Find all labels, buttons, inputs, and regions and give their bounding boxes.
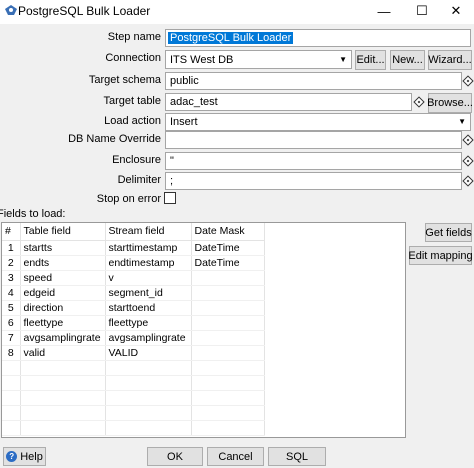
app-icon <box>4 3 19 18</box>
window-title: PostgreSQL Bulk Loader <box>18 4 151 18</box>
table-field-cell[interactable]: fleettype <box>20 315 106 331</box>
db-name-override-input[interactable] <box>165 131 462 149</box>
wizard-button[interactable]: Wizard... <box>428 50 472 70</box>
table-row[interactable]: 7 avgsamplingrate avgsamplingrate <box>2 330 265 346</box>
connection-value: ITS West DB <box>170 53 234 66</box>
browse-button[interactable]: Browse... <box>427 93 473 113</box>
date-mask-cell[interactable] <box>191 315 265 331</box>
stream-field-cell[interactable]: endtimestamp <box>105 255 192 271</box>
row-number: 5 <box>2 300 21 316</box>
table-row[interactable]: 8 valid VALID <box>2 345 265 361</box>
stop-on-error-label: Stop on error <box>96 193 161 205</box>
target-schema-input[interactable]: public <box>165 72 462 90</box>
row-number: 7 <box>2 330 21 346</box>
stream-field-cell[interactable]: VALID <box>105 345 192 361</box>
maximize-button[interactable]: ☐ <box>404 0 440 22</box>
row-number: 3 <box>2 270 21 286</box>
table-row[interactable]: 5 direction starttoend <box>2 300 265 316</box>
table-row[interactable]: 6 fleettype fleettype <box>2 315 265 331</box>
variable-icon[interactable] <box>462 175 474 187</box>
delimiter-label: Delimiter <box>117 174 161 186</box>
table-row[interactable]: 3 speed v <box>2 270 265 286</box>
chevron-down-icon: ▼ <box>339 54 347 64</box>
table-field-cell[interactable]: direction <box>20 300 106 316</box>
column-header[interactable]: Table field <box>20 223 106 241</box>
table-row[interactable]: 2 endts endtimestamp DateTime <box>2 255 265 271</box>
target-table-input[interactable]: adac_test <box>165 93 412 111</box>
delimiter-input[interactable]: ; <box>165 172 462 190</box>
table-header-row: # Table field Stream field Date Mask <box>2 223 265 241</box>
column-header[interactable]: Stream field <box>105 223 192 241</box>
table-row[interactable] <box>2 420 265 436</box>
date-mask-cell[interactable] <box>191 285 265 301</box>
row-number: 1 <box>2 240 21 256</box>
enclosure-input[interactable]: " <box>165 152 462 170</box>
stream-field-cell[interactable]: starttimestamp <box>105 240 192 256</box>
sql-button[interactable]: SQL <box>268 447 326 466</box>
edit-mapping-button[interactable]: Edit mapping <box>408 246 473 265</box>
table-row[interactable]: 4 edgeid segment_id <box>2 285 265 301</box>
minimize-button[interactable]: — <box>366 0 402 22</box>
connection-select[interactable]: ITS West DB ▼ <box>165 50 352 69</box>
step-name-label: Step name <box>107 31 161 43</box>
variable-icon[interactable] <box>462 75 474 87</box>
table-field-cell[interactable]: startts <box>20 240 106 256</box>
help-icon: ? <box>6 451 18 462</box>
help-button[interactable]: ? Help <box>3 447 46 466</box>
table-row[interactable]: 1 startts starttimestamp DateTime <box>2 240 265 256</box>
date-mask-cell[interactable]: DateTime <box>191 255 265 271</box>
table-field-cell[interactable]: endts <box>20 255 106 271</box>
variable-icon[interactable] <box>462 134 474 146</box>
db-name-override-label: DB Name Override <box>68 133 161 145</box>
target-table-label: Target table <box>103 95 161 107</box>
chevron-down-icon: ▼ <box>458 117 466 126</box>
stream-field-cell[interactable]: avgsamplingrate <box>105 330 192 346</box>
date-mask-cell[interactable] <box>191 300 265 316</box>
cancel-button[interactable]: Cancel <box>207 447 264 466</box>
table-row[interactable] <box>2 390 265 406</box>
column-header[interactable]: # <box>2 223 21 241</box>
table-row[interactable] <box>2 405 265 421</box>
step-name-input[interactable]: PostgreSQL Bulk Loader <box>165 29 471 47</box>
variable-icon[interactable] <box>413 96 425 108</box>
close-button[interactable]: ✕ <box>438 0 474 22</box>
connection-label: Connection <box>105 52 161 64</box>
row-number: 2 <box>2 255 21 271</box>
table-field-cell[interactable]: valid <box>20 345 106 361</box>
stream-field-cell[interactable]: starttoend <box>105 300 192 316</box>
table-row[interactable] <box>2 375 265 391</box>
date-mask-cell[interactable] <box>191 270 265 286</box>
load-action-select[interactable]: Insert ▼ <box>165 113 471 131</box>
get-fields-button[interactable]: Get fields <box>425 223 472 242</box>
edit-connection-button[interactable]: Edit... <box>355 50 386 70</box>
row-number: 8 <box>2 345 21 361</box>
date-mask-cell[interactable]: DateTime <box>191 240 265 256</box>
ok-button[interactable]: OK <box>147 447 203 466</box>
stream-field-cell[interactable]: v <box>105 270 192 286</box>
load-action-value: Insert <box>170 116 198 128</box>
step-name-selected-text: PostgreSQL Bulk Loader <box>168 32 294 44</box>
fields-section-label: Fields to load: <box>0 208 66 220</box>
stream-field-cell[interactable]: segment_id <box>105 285 192 301</box>
date-mask-cell[interactable] <box>191 330 265 346</box>
table-field-cell[interactable]: edgeid <box>20 285 106 301</box>
table-field-cell[interactable]: avgsamplingrate <box>20 330 106 346</box>
stream-field-cell[interactable]: fleettype <box>105 315 192 331</box>
fields-table[interactable]: # Table field Stream field Date Mask 1 s… <box>1 222 406 438</box>
date-mask-cell[interactable] <box>191 345 265 361</box>
table-row[interactable] <box>2 360 265 376</box>
load-action-label: Load action <box>104 115 161 127</box>
table-field-cell[interactable]: speed <box>20 270 106 286</box>
column-header[interactable]: Date Mask <box>191 223 265 241</box>
new-connection-button[interactable]: New... <box>390 50 425 70</box>
row-number: 6 <box>2 315 21 331</box>
help-button-label: Help <box>20 450 43 463</box>
variable-icon[interactable] <box>462 155 474 167</box>
enclosure-label: Enclosure <box>112 154 161 166</box>
row-number: 4 <box>2 285 21 301</box>
stop-on-error-checkbox[interactable] <box>164 192 176 204</box>
target-schema-label: Target schema <box>88 74 161 86</box>
